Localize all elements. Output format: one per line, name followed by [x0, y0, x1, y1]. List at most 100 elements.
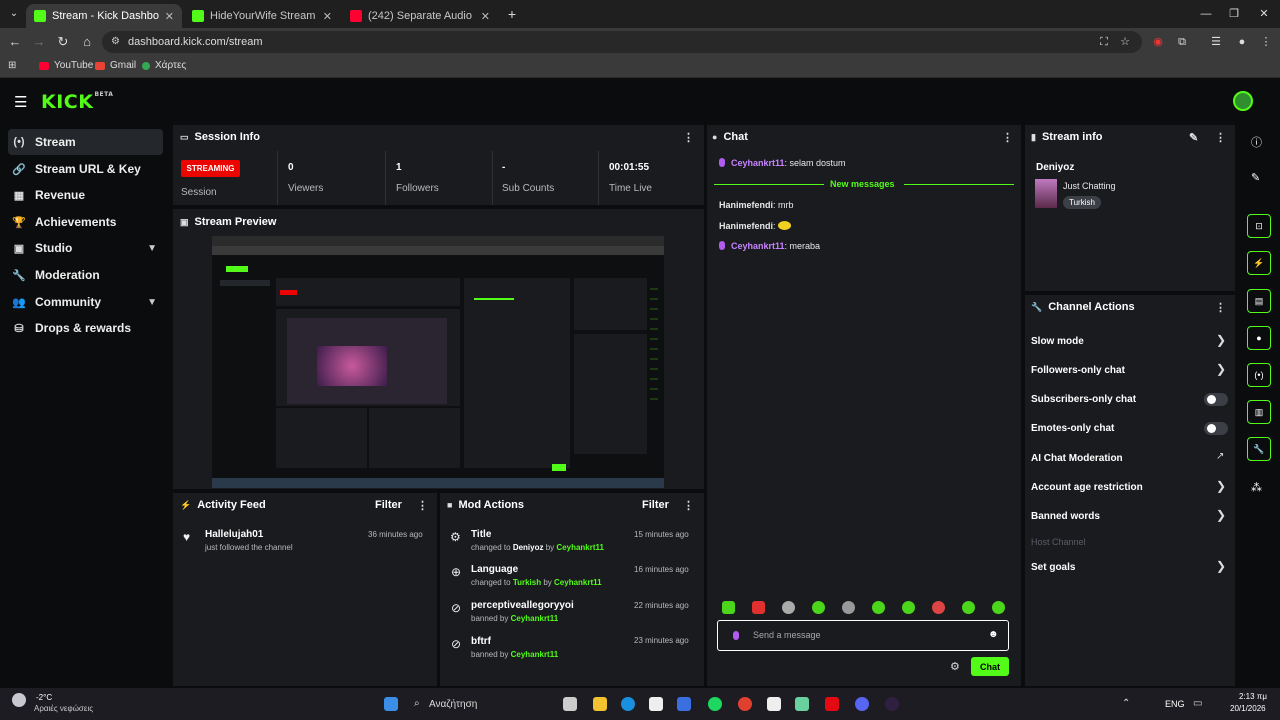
- stream-info-menu-icon[interactable]: ⋮: [1215, 131, 1226, 144]
- emote-icon[interactable]: [932, 601, 945, 614]
- bookmark-maps[interactable]: Χάρτες: [142, 60, 186, 71]
- windows-start-icon[interactable]: [384, 697, 398, 711]
- bookmark-gmail[interactable]: Gmail: [95, 60, 136, 71]
- rail-button-file[interactable]: ▤: [1247, 289, 1271, 313]
- chat-menu-icon[interactable]: ⋮: [1002, 131, 1013, 144]
- activity-menu-icon[interactable]: ⋮: [417, 499, 428, 512]
- sidebar-item-community[interactable]: 👥 Community ▼: [8, 289, 163, 315]
- rail-button-broadcast[interactable]: (•): [1247, 363, 1271, 387]
- rail-button-camera[interactable]: ⊡: [1247, 214, 1271, 238]
- emote-icon[interactable]: [872, 601, 885, 614]
- channel-actions-menu-icon[interactable]: ⋮: [1215, 301, 1226, 314]
- user-avatar[interactable]: [1233, 91, 1253, 111]
- bookmark-youtube[interactable]: YouTube: [39, 60, 93, 71]
- slow-mode-item[interactable]: Slow mode: [1031, 336, 1084, 347]
- chat-settings-icon[interactable]: ⚙: [950, 660, 960, 673]
- emote-icon[interactable]: [752, 601, 765, 614]
- pencil-icon[interactable]: ✎: [1251, 171, 1260, 184]
- close-tab-icon[interactable]: ✕: [481, 10, 490, 23]
- minimize-icon[interactable]: —: [1198, 6, 1214, 22]
- chevron-right-icon[interactable]: ❯: [1216, 362, 1226, 376]
- sidebar-item-stream-url-key[interactable]: 🔗 Stream URL & Key: [8, 156, 163, 182]
- translate-icon[interactable]: ⛶: [1096, 34, 1112, 50]
- rail-button-chat[interactable]: ●: [1247, 326, 1271, 350]
- info-icon[interactable]: ⓘ: [1251, 134, 1262, 150]
- mod-action-title[interactable]: perceptiveallegoryyoi: [471, 600, 574, 611]
- profile-avatar[interactable]: ●: [1234, 34, 1250, 50]
- emote-icon[interactable]: [842, 601, 855, 614]
- reading-list-icon[interactable]: ☰: [1208, 34, 1224, 50]
- taskbar-search[interactable]: Αναζήτηση: [429, 699, 477, 710]
- browser-tab-youtube[interactable]: (242) Separate Audio Tracks in ✕: [342, 4, 498, 28]
- close-tab-icon[interactable]: ✕: [165, 10, 174, 23]
- send-chat-button[interactable]: Chat: [971, 657, 1009, 676]
- hamburger-menu-icon[interactable]: ☰: [14, 93, 27, 111]
- rail-button-wrench[interactable]: 🔧: [1247, 437, 1271, 461]
- activity-filter-button[interactable]: Filter: [375, 499, 402, 511]
- edit-pencil-icon[interactable]: ✎: [1189, 131, 1198, 144]
- extension-icon[interactable]: ◉: [1150, 34, 1166, 50]
- home-icon[interactable]: ⌂: [79, 34, 95, 50]
- app-icon[interactable]: [767, 697, 781, 711]
- users-icon[interactable]: ⁂: [1251, 481, 1262, 494]
- sidebar-item-drops-rewards[interactable]: ⛁ Drops & rewards: [8, 315, 163, 341]
- app-icon[interactable]: [677, 697, 691, 711]
- clock-time[interactable]: 2:13 πμ: [1239, 692, 1267, 701]
- emote-icon[interactable]: [722, 601, 735, 614]
- close-tab-icon[interactable]: ✕: [323, 10, 332, 23]
- account-age-item[interactable]: Account age restriction: [1031, 482, 1143, 493]
- chevron-right-icon[interactable]: ❯: [1216, 479, 1226, 493]
- stream-category[interactable]: Just Chatting: [1063, 181, 1116, 191]
- new-tab-icon[interactable]: +: [504, 6, 520, 22]
- tray-chevron-icon[interactable]: ⌃: [1122, 698, 1130, 709]
- network-icon[interactable]: ▭: [1193, 698, 1202, 709]
- banned-words-item[interactable]: Banned words: [1031, 511, 1100, 522]
- close-window-icon[interactable]: ✕: [1256, 6, 1272, 22]
- browser-tab-hideyourwife[interactable]: HideYourWife Stream - Watch L ✕: [184, 4, 340, 28]
- edge-icon[interactable]: [621, 697, 635, 711]
- netflix-icon[interactable]: [825, 697, 839, 711]
- obs-icon[interactable]: [885, 697, 899, 711]
- stream-preview-video[interactable]: [212, 236, 664, 488]
- emote-icon[interactable]: [902, 601, 915, 614]
- folder-icon[interactable]: [593, 697, 607, 711]
- bookmark-star-icon[interactable]: ☆: [1117, 34, 1133, 50]
- spotify-icon[interactable]: [708, 697, 722, 711]
- followers-only-item[interactable]: Followers-only chat: [1031, 365, 1125, 376]
- emotes-only-toggle[interactable]: [1204, 422, 1228, 435]
- activity-user[interactable]: Hallelujah01: [205, 529, 263, 540]
- emote-icon[interactable]: [962, 601, 975, 614]
- back-icon[interactable]: ←: [7, 34, 23, 50]
- discord-icon[interactable]: [855, 697, 869, 711]
- set-goals-item[interactable]: Set goals: [1031, 562, 1075, 573]
- clock-date[interactable]: 20/1/2026: [1230, 704, 1266, 713]
- forward-icon[interactable]: →: [31, 34, 47, 50]
- sidebar-item-achievements[interactable]: 🏆 Achievements: [8, 209, 163, 235]
- site-info-icon[interactable]: ⚙: [111, 31, 120, 53]
- mod-filter-button[interactable]: Filter: [642, 499, 669, 511]
- chrome-icon[interactable]: [738, 697, 752, 711]
- weather-temp[interactable]: -2°C: [36, 693, 52, 702]
- language-indicator[interactable]: ENG: [1165, 699, 1185, 709]
- category-thumbnail[interactable]: [1035, 179, 1057, 208]
- reload-icon[interactable]: ↻: [55, 34, 71, 50]
- browser-menu-icon[interactable]: ⋮: [1258, 34, 1274, 50]
- emote-icon[interactable]: [992, 601, 1005, 614]
- ai-chat-moderation-item[interactable]: AI Chat Moderation: [1031, 453, 1123, 464]
- url-field[interactable]: ⚙ dashboard.kick.com/stream: [102, 31, 1142, 53]
- browser-tab-kick-dashboard[interactable]: Stream - Kick Dashboard ✕: [26, 4, 182, 28]
- chevron-right-icon[interactable]: ❯: [1216, 559, 1226, 573]
- external-link-icon[interactable]: ↗: [1216, 451, 1224, 462]
- apps-grid-icon[interactable]: ⊞: [8, 60, 16, 71]
- kick-logo[interactable]: KICKBETA: [41, 91, 113, 113]
- emote-icon[interactable]: [812, 601, 825, 614]
- mod-action-title[interactable]: bftrf: [471, 636, 491, 647]
- rail-button-layout[interactable]: ▥: [1247, 400, 1271, 424]
- store-icon[interactable]: [649, 697, 663, 711]
- tab-search-icon[interactable]: ⌄: [6, 6, 22, 22]
- session-menu-icon[interactable]: ⋮: [683, 131, 694, 144]
- sidebar-item-studio[interactable]: ▣ Studio ▼: [8, 235, 163, 261]
- subscribers-only-toggle[interactable]: [1204, 393, 1228, 406]
- maximize-icon[interactable]: ❐: [1226, 6, 1242, 22]
- sidebar-item-moderation[interactable]: 🔧 Moderation: [8, 262, 163, 288]
